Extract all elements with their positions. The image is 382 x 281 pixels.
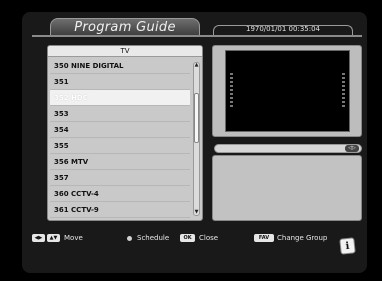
signal-bar-right	[342, 73, 345, 107]
channel-label: 350 NINE DIGITAL	[54, 62, 124, 70]
channel-row[interactable]: 356 MTV	[50, 154, 190, 170]
list-scrollbar[interactable]: ▲ ▼	[193, 62, 200, 216]
datetime-display: 1970/01/01 00:35:04	[245, 25, 320, 33]
signal-bar-left	[230, 73, 233, 107]
channel-label: 357	[54, 174, 69, 182]
left-right-keys-icon: ◀▶	[32, 234, 45, 242]
category-header: TV	[48, 46, 202, 57]
channel-row[interactable]: 350 NINE DIGITAL	[50, 58, 190, 74]
change-group-label: Change Group	[277, 234, 328, 242]
close-label: Close	[199, 234, 219, 242]
page-title: Program Guide	[74, 20, 176, 35]
channel-label: 353	[54, 110, 69, 118]
channel-label: 352 HDC	[54, 94, 88, 102]
channel-row[interactable]: 351	[50, 74, 190, 90]
channel-row-selected[interactable]: 352 HDC	[50, 90, 190, 106]
datetime-tab: 1970/01/01 00:35:04	[213, 25, 353, 35]
channel-label: 355	[54, 142, 69, 150]
footer-help-bar: ◀▶ ▲▼ Move Schedule OK Close FAV Change …	[32, 232, 362, 244]
channel-row[interactable]: 354	[50, 122, 190, 138]
info-chip-icon: ◁▷	[345, 145, 359, 152]
schedule-key-icon	[127, 236, 132, 241]
info-icon[interactable]: i	[339, 237, 356, 255]
program-info-bar: ◁▷	[214, 144, 362, 153]
channel-list-panel: TV 350 NINE DIGITAL 351 352 HDC 353 354 …	[47, 45, 203, 221]
channel-row[interactable]: 360 CCTV-4	[50, 186, 190, 202]
video-preview	[225, 50, 350, 132]
program-info-panel	[212, 155, 362, 221]
channel-label: 360 CCTV-4	[54, 190, 99, 198]
fav-key-icon: FAV	[254, 234, 274, 242]
move-label: Move	[64, 234, 83, 242]
page-title-tab: Program Guide	[50, 18, 200, 35]
scrollbar-thumb[interactable]	[194, 93, 199, 143]
ok-key-icon: OK	[180, 234, 195, 242]
up-down-keys-icon: ▲▼	[47, 234, 60, 242]
channel-label: 354	[54, 126, 69, 134]
channel-row[interactable]: 357	[50, 170, 190, 186]
channel-row[interactable]: 355	[50, 138, 190, 154]
channel-label: 356 MTV	[54, 158, 89, 166]
channel-row[interactable]: 361 CCTV-9	[50, 202, 190, 218]
channel-label: 351	[54, 78, 69, 86]
channel-label: 361 CCTV-9	[54, 206, 99, 214]
preview-signal-bars	[230, 73, 345, 107]
video-preview-frame	[212, 45, 362, 137]
scroll-up-arrow-icon[interactable]: ▲	[194, 63, 199, 68]
scroll-down-arrow-icon[interactable]: ▼	[194, 210, 199, 215]
schedule-label: Schedule	[137, 234, 170, 242]
header-divider	[32, 35, 362, 37]
channel-row[interactable]: 353	[50, 106, 190, 122]
